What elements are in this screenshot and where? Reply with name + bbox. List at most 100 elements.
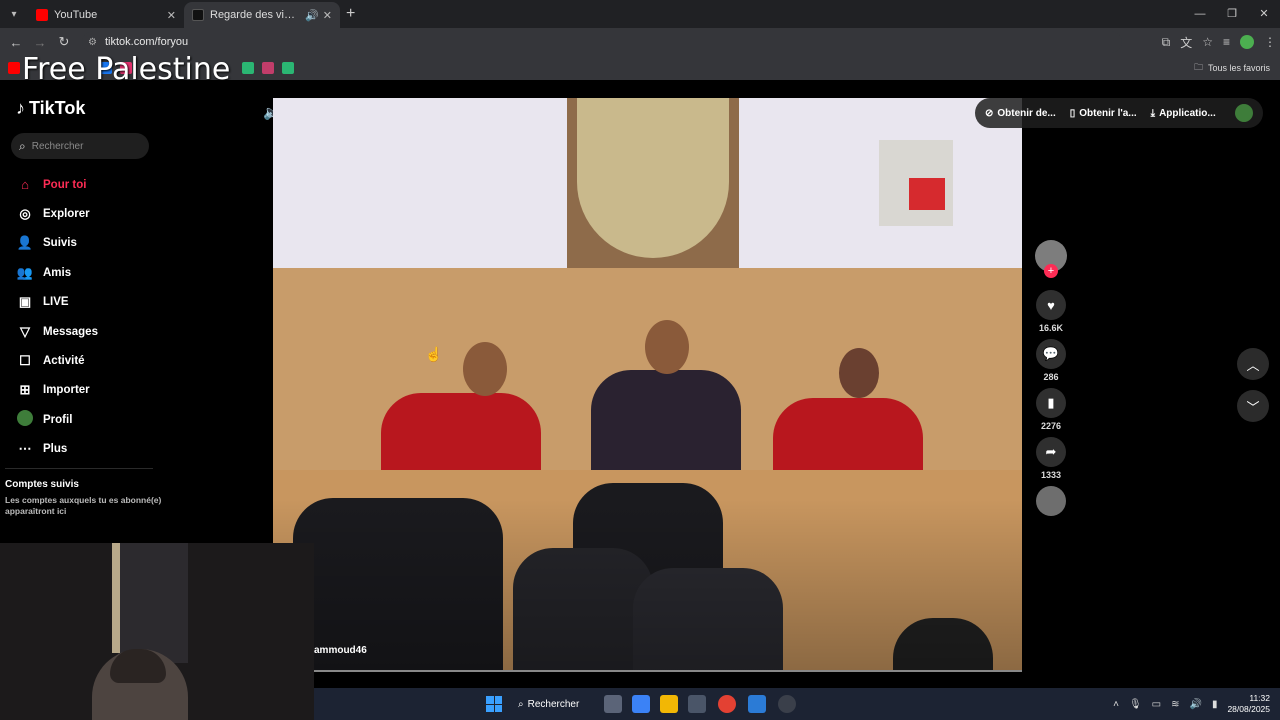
action-label: Applicatio...: [1159, 107, 1216, 119]
followed-accounts-description: Les comptes auxquels tu es abonné(e) app…: [5, 495, 162, 516]
tab-search-icon[interactable]: ▾: [0, 0, 28, 28]
home-icon: ⌂: [21, 177, 29, 193]
microphone-icon[interactable]: 🎙: [1129, 699, 1142, 710]
sidebar-item-plus[interactable]: ⋯ Plus: [16, 435, 98, 464]
search-icon: ⌕: [518, 698, 524, 710]
video-author[interactable]: ammoud46: [314, 645, 367, 656]
close-window-icon[interactable]: ✕: [1248, 0, 1280, 28]
site-info-icon[interactable]: ⚙: [88, 37, 97, 48]
battery-status-icon[interactable]: ▮: [1212, 699, 1218, 710]
close-icon[interactable]: ✕: [167, 9, 176, 22]
task-view-icon[interactable]: [604, 695, 622, 713]
maximize-icon[interactable]: ❐: [1216, 0, 1248, 28]
download-icon: ⤓: [1150, 107, 1156, 119]
share-count: 1333: [1040, 470, 1062, 480]
file-explorer-icon[interactable]: [660, 695, 678, 713]
like-count: 16.6K: [1038, 323, 1064, 333]
taskbar-search-button[interactable]: ⌕ Rechercher: [518, 694, 579, 714]
sidebar-item-label: Importer: [43, 384, 90, 397]
video-progress-bar[interactable]: [314, 670, 1022, 672]
desktop-app-button[interactable]: ⤓ Applicatio...: [1151, 108, 1216, 119]
messages-icon: ▽: [20, 323, 30, 339]
windows-start-icon[interactable]: [486, 696, 502, 712]
speaker-icon[interactable]: 🔊: [305, 9, 319, 22]
folder-icon: 🗀: [1193, 62, 1203, 72]
app-icon[interactable]: [778, 695, 796, 713]
user-avatar[interactable]: [1235, 104, 1253, 122]
like-button[interactable]: ♥: [1036, 290, 1066, 320]
live-icon: ▣: [18, 294, 32, 310]
sidebar-item-messages[interactable]: ▽ Messages: [16, 317, 98, 346]
copilot-icon[interactable]: [632, 695, 650, 713]
minimize-icon[interactable]: —: [1184, 0, 1216, 28]
bookmark-youtube-icon[interactable]: [8, 62, 20, 74]
creator-avatar[interactable]: +: [1035, 240, 1067, 278]
taskbar-search-label: Rechercher: [527, 698, 580, 710]
system-tray: ˄ 🎙 ▭ ≋ 🔊 ▮ 11:32 28/08/2025: [1113, 688, 1270, 720]
webcam-overlay: [0, 543, 314, 720]
tab-youtube[interactable]: YouTube ✕: [28, 2, 184, 28]
reload-icon[interactable]: ↻: [52, 34, 76, 50]
music-disc-icon[interactable]: [1036, 486, 1066, 516]
following-icon: 👤: [16, 235, 34, 251]
bookmark-green-icon[interactable]: [242, 62, 254, 74]
new-tab-button[interactable]: +: [346, 5, 355, 23]
store-icon[interactable]: [688, 695, 706, 713]
tab-tiktok[interactable]: Regarde des vidéos tendan... 🔊 ✕: [184, 2, 340, 28]
close-icon[interactable]: ✕: [323, 9, 332, 22]
get-app-button[interactable]: ▯ Obtenir l'a...: [1070, 108, 1137, 119]
sidebar-item-profil[interactable]: Profil: [16, 405, 98, 434]
wifi-icon[interactable]: ≋: [1171, 699, 1179, 710]
clock-time: 11:32: [1249, 693, 1270, 703]
url-field[interactable]: ⚙ tiktok.com/foryou: [82, 31, 1122, 53]
bookmark-green-icon[interactable]: [282, 62, 294, 74]
sidebar-item-live[interactable]: ▣ LIVE: [16, 288, 98, 317]
sidebar-item-label: Suivis: [43, 237, 77, 250]
previous-video-button[interactable]: ︿: [1237, 348, 1269, 380]
extension-icon[interactable]: [1240, 35, 1254, 49]
bookmark-pink-icon[interactable]: [262, 62, 274, 74]
menu-dots-icon[interactable]: ⋮: [1264, 35, 1276, 49]
chevron-up-icon[interactable]: ˄: [1113, 699, 1119, 710]
all-bookmarks-button[interactable]: 🗀 Tous les favoris: [1194, 56, 1270, 80]
video-actions-bar: ⊘ Obtenir de... ▯ Obtenir l'a... ⤓ Appli…: [975, 98, 1263, 128]
clock[interactable]: 11:32 28/08/2025: [1227, 693, 1270, 715]
video-side-actions: + ♥ 16.6K 💬 286 ▮ 2276 ➦ 1333: [1034, 240, 1068, 516]
tiktok-logo[interactable]: ♪ TikTok: [16, 98, 85, 119]
sidebar-item-explorer[interactable]: ◎ Explorer: [16, 199, 98, 228]
save-count: 2276: [1040, 421, 1062, 431]
comment-button[interactable]: 💬: [1036, 339, 1066, 369]
video-player[interactable]: [273, 98, 1022, 671]
translate-icon[interactable]: 文: [1180, 34, 1192, 51]
install-app-icon[interactable]: ⧉: [1162, 35, 1171, 50]
share-button[interactable]: ➦: [1036, 437, 1066, 467]
youtube-favicon-icon: [36, 9, 48, 21]
get-coins-button[interactable]: ⊘ Obtenir de...: [985, 108, 1056, 119]
sidebar-item-label: Explorer: [43, 208, 90, 221]
star-icon[interactable]: ☆: [1202, 35, 1213, 49]
app-icon[interactable]: [748, 695, 766, 713]
chrome-icon[interactable]: [718, 695, 736, 713]
save-button[interactable]: ▮: [1036, 388, 1066, 418]
sidebar-item-importer[interactable]: ⊞ Importer: [16, 376, 98, 405]
action-label: Obtenir de...: [997, 107, 1056, 119]
next-video-button[interactable]: ﹀: [1237, 390, 1269, 422]
speaker-icon[interactable]: 🔊: [1189, 699, 1201, 710]
sidebar-item-label: Plus: [43, 443, 68, 456]
battery-icon[interactable]: ▭: [1152, 699, 1161, 710]
sidebar-item-amis[interactable]: 👥 Amis: [16, 258, 98, 287]
logo-text: TikTok: [29, 98, 86, 118]
share-icon: ➦: [1045, 444, 1057, 459]
forward-icon[interactable]: →: [28, 35, 52, 50]
sidebar-item-pour-toi[interactable]: ⌂ Pour toi: [16, 170, 98, 199]
sidebar-divider: [5, 468, 153, 469]
sidebar-item-suivis[interactable]: 👤 Suivis: [16, 229, 98, 258]
search-input[interactable]: ⌕ Rechercher: [11, 133, 149, 159]
profile-avatar: [16, 410, 34, 429]
follow-plus-icon[interactable]: +: [1044, 264, 1058, 278]
sidebar-item-activite[interactable]: ☐ Activité: [16, 346, 98, 375]
media-control-icon[interactable]: ≡: [1223, 35, 1230, 49]
back-icon[interactable]: ←: [4, 35, 28, 50]
windows-taskbar: ⌕ Rechercher ˄ 🎙 ▭ ≋ 🔊 ▮ 11:32 28/08/202…: [314, 688, 1280, 720]
sidebar-item-label: LIVE: [43, 296, 69, 309]
